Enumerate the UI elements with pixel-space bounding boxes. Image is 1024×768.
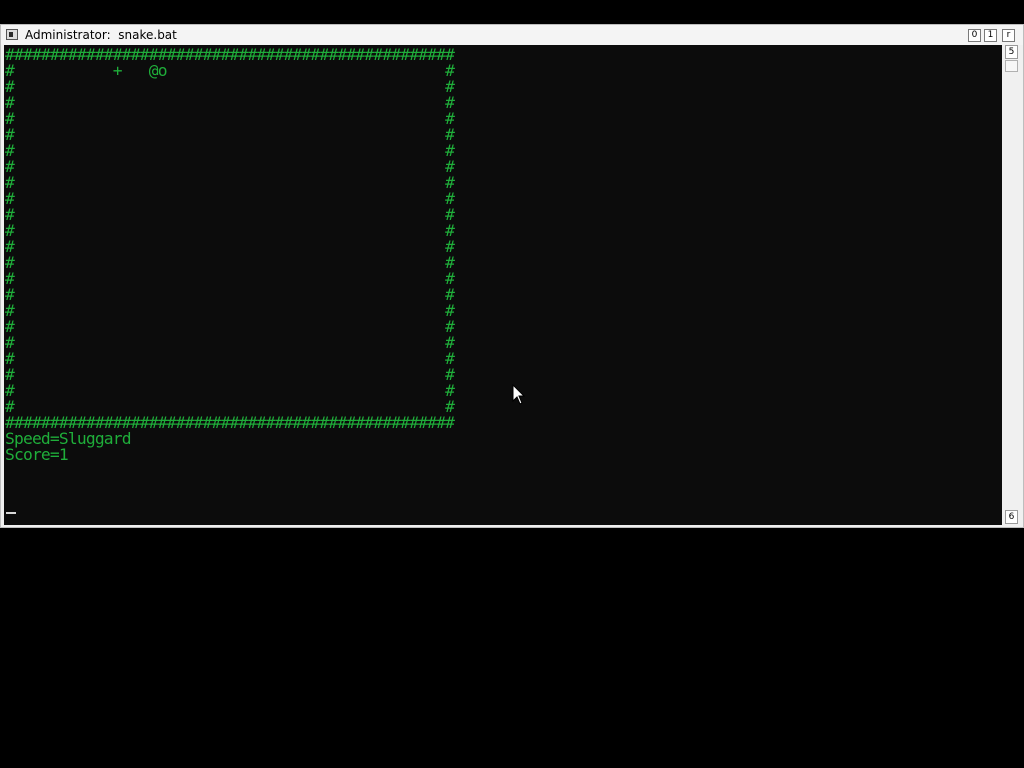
minimize-button[interactable]: 0	[968, 29, 981, 42]
close-button[interactable]: r	[1002, 29, 1015, 42]
console-app-icon[interactable]	[6, 29, 18, 40]
speed-status: Speed=Sluggard	[5, 429, 132, 448]
score-status: Score=1	[5, 445, 69, 464]
title-bar[interactable]: Administrator: snake.bat 0 1 r	[1, 25, 1023, 45]
scroll-thumb[interactable]	[1005, 60, 1018, 72]
scroll-up-button[interactable]: 5	[1005, 45, 1018, 59]
maximize-button[interactable]: 1	[984, 29, 997, 42]
console-output[interactable]: ########################################…	[4, 45, 1002, 525]
mouse-pointer-icon	[512, 384, 526, 405]
scroll-down-button[interactable]: 6	[1005, 510, 1018, 524]
window-title: Administrator: snake.bat	[25, 28, 177, 42]
text-cursor	[6, 512, 16, 514]
console-window: Administrator: snake.bat 0 1 r #########…	[0, 24, 1024, 528]
vertical-scrollbar[interactable]: 5 6	[1003, 45, 1021, 525]
console-text: ########################################…	[5, 46, 455, 464]
